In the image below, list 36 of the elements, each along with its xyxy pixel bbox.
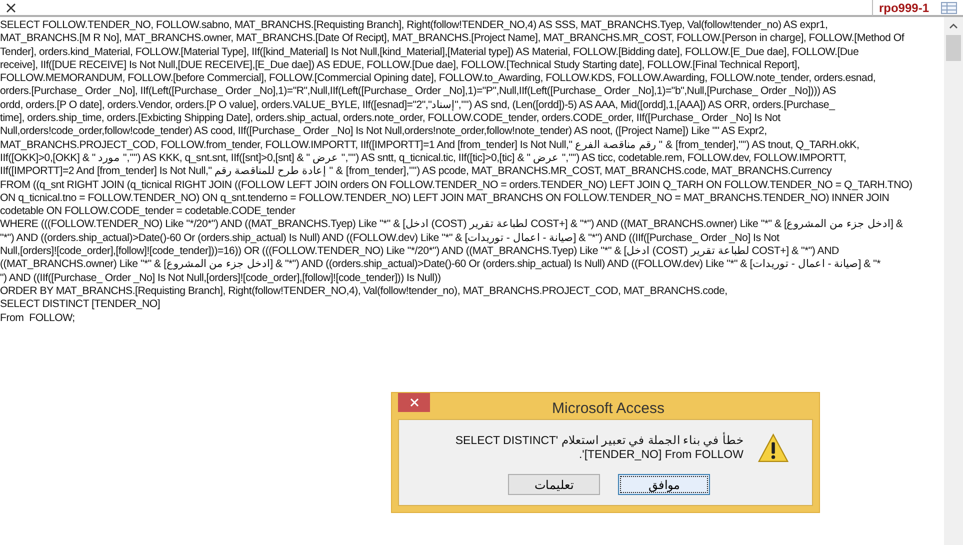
sql-line: "*") AND ((orders.ship_actual)>Date()-60 Or (orders.ship_actual) Is Null) AND ((FOLLOW.dev) Like "*" & [صيانة - اعمال - توريدات] & "*") AND ((IIf([Purchase_ Order _No] Is Not: [0, 232, 780, 246]
error-message: خطأ في بناء الجملة في تعبير استعلام 'SELECT DISTINCT [TENDER_NO] From FOLLOW'.: [413, 434, 744, 462]
close-icon: [6, 2, 16, 12]
sql-line: MAT_BRANCHS.[M R No], MAT_BRANCHS.owner, MAT_BRANCHS.[Date Of Recipt], MAT_BRANCHS.[Project Name], MAT_BRANCHS.MR_COST, FOLLOW.[Person in charge], FOLLOW.[Method Of: [0, 32, 904, 46]
scroll-up-icon: [949, 23, 958, 29]
dialog-button[interactable]: تعليمات: [508, 474, 600, 495]
sql-line: From FOLLOW;: [0, 312, 75, 325]
sql-line: ") AND ((IIf([Purchase_ Order _No] Is Not Null,[orders]![code_order],[follow]![code_tender])) Is Null)): [0, 272, 441, 285]
dialog-button[interactable]: موافق: [618, 474, 710, 495]
sql-line: Null,[orders]![code_order],[follow]![code_tender]))=16)) OR (((FOLLOW.TENDER_NO) Like "*/20*") AND ((MAT_BRANCHS.Tyep) Like "*" & [ادخل (COST) لطباعة تقرير COST+] & "*") AND: [0, 245, 839, 258]
sql-line: receive], IIf([DUE RECEIVE] Is Not Null,[DUE RECEIVE],[E_Due dae]) AS EDUE, FOLLOW.[Due dae], FOLLOW.[Technical Study Starting date], FOLLOW.[Final Technical Report],: [0, 58, 800, 72]
sql-line: Null,orders!code_order,follow!code_tender) AS cood, IIf([Purchase_ Order _No] Is Not Null,orders!note_order,follow!note_tender) AS noot, ([Project Name]) Like "" AS Expr2,: [0, 125, 767, 139]
scrollbar[interactable]: [944, 17, 963, 545]
sql-line: WHERE (((FOLLOW.TENDER_NO) Like "*/20*") AND ((MAT_BRANCHS.Tyep) Like "*" & [ادخل (COST) لطباعة تقرير COST+] & "*") AND ((MAT_BRANCHS.owner) Like "*" & [ادخل جزء من المشروع] &: [0, 218, 903, 232]
dialog-title: Microsoft Access: [552, 399, 665, 419]
sql-line: orders.[Purchase_ Order _No], IIf(Left([Purchase_ Order _No],1)="R",Null,IIf(Left([Purchase_ Order _No],1)="P",Null,IIf(Left([Purchase_ Order _No],1)="b",Null,[Purchase_ Order _No]))) AS: [0, 85, 836, 99]
sql-line: ((MAT_BRANCHS.owner) Like "*" & [ادخل جزء من المشروع] & "*") AND ((orders.ship_actual)>Date()-60 Or (orders.ship_actual) Is Null) AND ((FOLLOW.dev) Like "*" & [صيانة - اعمال - توريدات] & "*: [0, 258, 881, 272]
sql-line: ON q_ticnical.tno = FOLLOW.TENDER_NO) ON q_snt.tenderno = FOLLOW.TENDER_NO) LEFT JOIN MAT_BRANCHS ON FOLLOW.TENDER_NO = MAT_BRANCHS.TENDER_NO) INNER JOIN: [0, 192, 890, 206]
warning-icon: [757, 432, 790, 464]
sql-line: codetable ON FOLLOW.CODE_tender = codetable.CODE_tender: [0, 205, 296, 218]
sql-line: MAT_BRANCHS.PROJECT_COD, FOLLOW.from_tender, FOLLOW.IMPORTT, IIf([IMPORTT]=1 And [from_tender] Is Not Null," رقم مناقصة الفرع " & [from_tender],"") AS tnout, Q_TARH.okK,: [0, 138, 860, 152]
object-tab[interactable]: rpo999-1: [872, 0, 935, 16]
sql-line: Tender], orders.kind_Material, FOLLOW.[Material Type], IIf([kind_Material] Is Not Null,[kind_Material],[Material type]) AS Material, FOLLOW.[Bidding date], FOLLOW.[E_Due dae], FOLLOW.[Due: [0, 46, 859, 59]
sql-line: ordd, orders.[P O date], orders.Vendor, orders.[P O value], orders.VALUE_BYLE, IIf([esnad]="2","إسناد","") AS snd, (Len([ordd])-5) AS AAA, Mid([ordd],1,[AAA]) AS ORR, orders.[Purchase_: [0, 98, 835, 112]
sql-line: FROM ((q_snt RIGHT JOIN (q_ticnical RIGHT JOIN ((FOLLOW LEFT JOIN orders ON FOLLOW.TENDER_NO = orders.TENDER_NO) LEFT JOIN Q_TARH ON FOLLOW.TENDER_NO = Q_TARH.TNO): [0, 178, 912, 192]
scroll-thumb[interactable]: [946, 35, 961, 61]
sql-line: time], orders.ship_time, orders.[Exbicting Shipping Date], orders.ship_actual, orders.note_order, FOLLOW.CODE_tender, orders.CODE_order, IIf([Purchase_ Order _No] Is Not: [0, 112, 780, 126]
sql-line: SELECT DISTINCT [TENDER_NO]: [0, 298, 160, 312]
sql-line: ORDER BY MAT_BRANCHS.[Requisting Branch], Right(follow!TENDER_NO,4), Val(follow!tender_no), MAT_BRANCHS.PROJECT_COD, MAT_BRANCHS.code,: [0, 284, 728, 298]
sql-line: IIf([OKK]>0,[OKK] & " مورد ","") AS KKK, q_snt.snt, IIf([snt]>0,[snt] & " عرض ","") AS sntt, q_ticnical.tic, IIf([tic]>0,[tic] & " عرض ","") AS ticc, codetable.rem, FOLLOW.dev, FOLLOW.IMPORTT,: [0, 152, 846, 166]
sql-line: SELECT FOLLOW.TENDER_NO, FOLLOW.sabno, MAT_BRANCHS.[Requisting Branch], Right(follow!TENDER_NO,4) AS SSS, MAT_BRANCHS.Tyep, Val(follow!tender_no) AS expr1,: [0, 19, 828, 32]
close-button[interactable]: [4, 2, 18, 12]
sql-line: FOLLOW.MEMORANDUM, FOLLOW.[before Commercial], FOLLOW.[Commercial Opining date], FOLLOW.to_Awarding, FOLLOW.KDS, FOLLOW.Awarding, FOLLOW.note_tender, orders.esnad,: [0, 72, 876, 86]
sql-line: IIf([IMPORTT]=2 And [from_tender] Is Not Null," إعادة طرح للمناقصة رقم " & [from_tender],"") AS pcode, MAT_BRANCHS.MR_COST, MAT_BRANCHS.code, MAT_BRANCHS.Currency: [0, 165, 832, 179]
table-icon: [941, 2, 957, 14]
close-icon: [410, 398, 418, 407]
